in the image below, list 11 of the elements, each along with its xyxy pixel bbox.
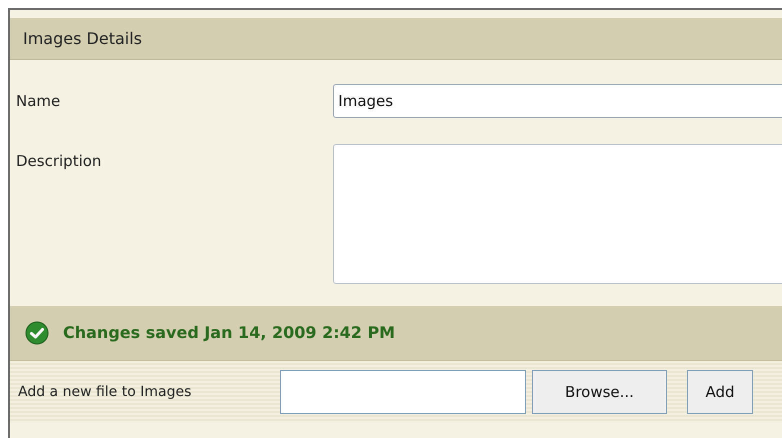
panel-title: Images Details xyxy=(23,28,142,50)
field-label: Description xyxy=(15,151,102,172)
status-message: Changes saved Jan 14, 2009 2:42 PM xyxy=(63,322,396,344)
check-icon xyxy=(25,321,49,345)
upload-label: Add a new file to Images xyxy=(18,382,192,402)
name-field[interactable]: Images xyxy=(333,84,782,118)
field-label: Name xyxy=(15,90,62,112)
browse-button[interactable]: Browse... xyxy=(532,370,667,414)
description-field[interactable] xyxy=(333,144,782,284)
add-button[interactable]: Add xyxy=(687,370,753,414)
file-field[interactable] xyxy=(280,370,526,414)
